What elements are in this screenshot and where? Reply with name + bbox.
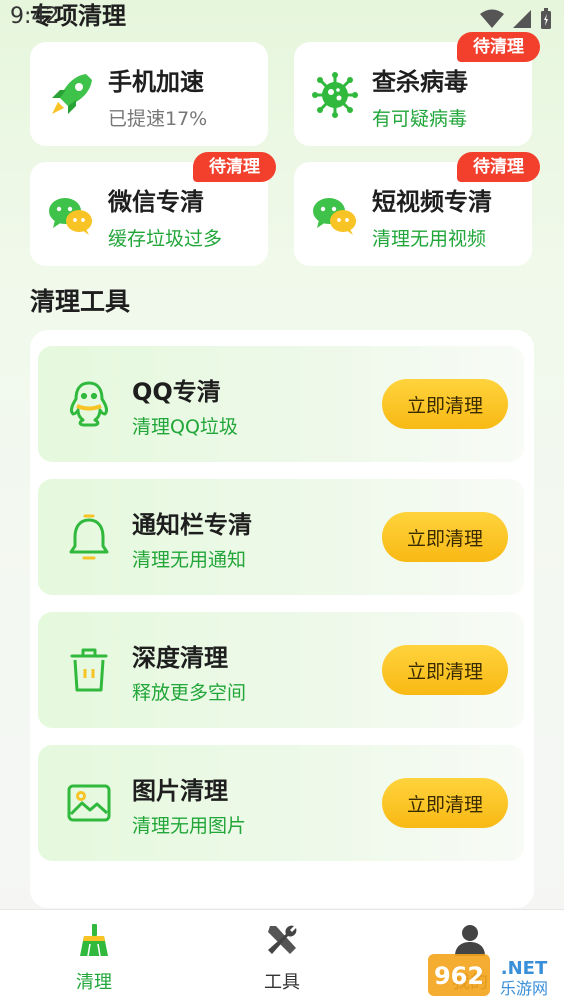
pending-badge: 待清理 [457,152,540,182]
tool-title: 图片清理 [132,777,228,805]
tool-subtitle: 清理无用通知 [132,549,247,571]
trash-icon [70,648,108,692]
tools-icon [268,925,297,954]
card-subtitle: 缓存垃圾过多 [108,228,223,250]
tool-row-notification[interactable]: 通知栏专清 清理无用通知 立即清理 [38,479,524,595]
pending-badge: 待清理 [457,32,540,62]
battery-icon [541,8,551,29]
watermark-logo: 962 .NET 乐游网 [428,954,548,998]
nav-item-clean[interactable]: 清理 [34,910,154,1005]
card-phone-speedup[interactable]: 手机加速 已提速17% [30,42,268,146]
pending-badge: 待清理 [193,152,276,182]
tool-title: QQ专清 [132,378,221,406]
image-icon [67,784,111,822]
card-short-video-clean[interactable]: 待清理 短视频专清 清理无用视频 [294,152,540,266]
clean-now-button[interactable]: 立即清理 [382,379,508,429]
svg-text:.NET: .NET [501,958,548,979]
card-title: 查杀病毒 [372,68,468,96]
card-title: 手机加速 [108,68,204,96]
card-title: 微信专清 [108,188,204,216]
card-virus-scan[interactable]: 待清理 查杀病毒 有可疑病毒 [294,32,540,146]
tool-subtitle: 清理无用图片 [132,815,247,837]
tool-title: 深度清理 [132,644,228,672]
nav-label: 工具 [264,972,300,993]
svg-text:乐游网: 乐游网 [500,979,548,998]
virus-icon [312,72,358,118]
tool-subtitle: 清理QQ垃圾 [132,416,238,438]
tool-title: 通知栏专清 [132,511,252,539]
rocket-icon [52,74,92,114]
status-time: 9:42 [10,4,60,29]
tool-row-image-clean[interactable]: 图片清理 清理无用图片 立即清理 [38,745,524,861]
clean-now-button[interactable]: 立即清理 [382,645,508,695]
wifi-icon [480,9,504,28]
broom-icon [80,924,108,957]
card-subtitle: 已提速17% [108,108,208,130]
card-subtitle: 清理无用视频 [372,228,487,250]
svg-text:962: 962 [434,962,484,990]
tool-subtitle: 释放更多空间 [132,682,247,704]
nav-item-tools[interactable]: 工具 [222,910,342,1005]
bell-icon [69,514,109,560]
signal-icon [513,10,531,28]
nav-label: 清理 [76,972,112,993]
card-subtitle: 有可疑病毒 [372,108,468,130]
status-icons [480,8,552,30]
card-title: 短视频专清 [372,188,492,216]
wechat-icon [313,198,356,235]
wechat-icon [49,198,92,235]
tools-panel: QQ专清 清理QQ垃圾 立即清理 通知栏专清 清理无用通知 立即清理 深度清理 … [30,330,534,908]
tool-row-qq[interactable]: QQ专清 清理QQ垃圾 立即清理 [38,346,524,462]
clean-now-button[interactable]: 立即清理 [382,778,508,828]
card-wechat-clean[interactable]: 待清理 微信专清 缓存垃圾过多 [30,152,276,266]
clean-now-button[interactable]: 立即清理 [382,512,508,562]
section-title-tools: 清理工具 [30,287,131,316]
qq-icon [70,381,108,427]
tool-row-deep-clean[interactable]: 深度清理 释放更多空间 立即清理 [38,612,524,728]
